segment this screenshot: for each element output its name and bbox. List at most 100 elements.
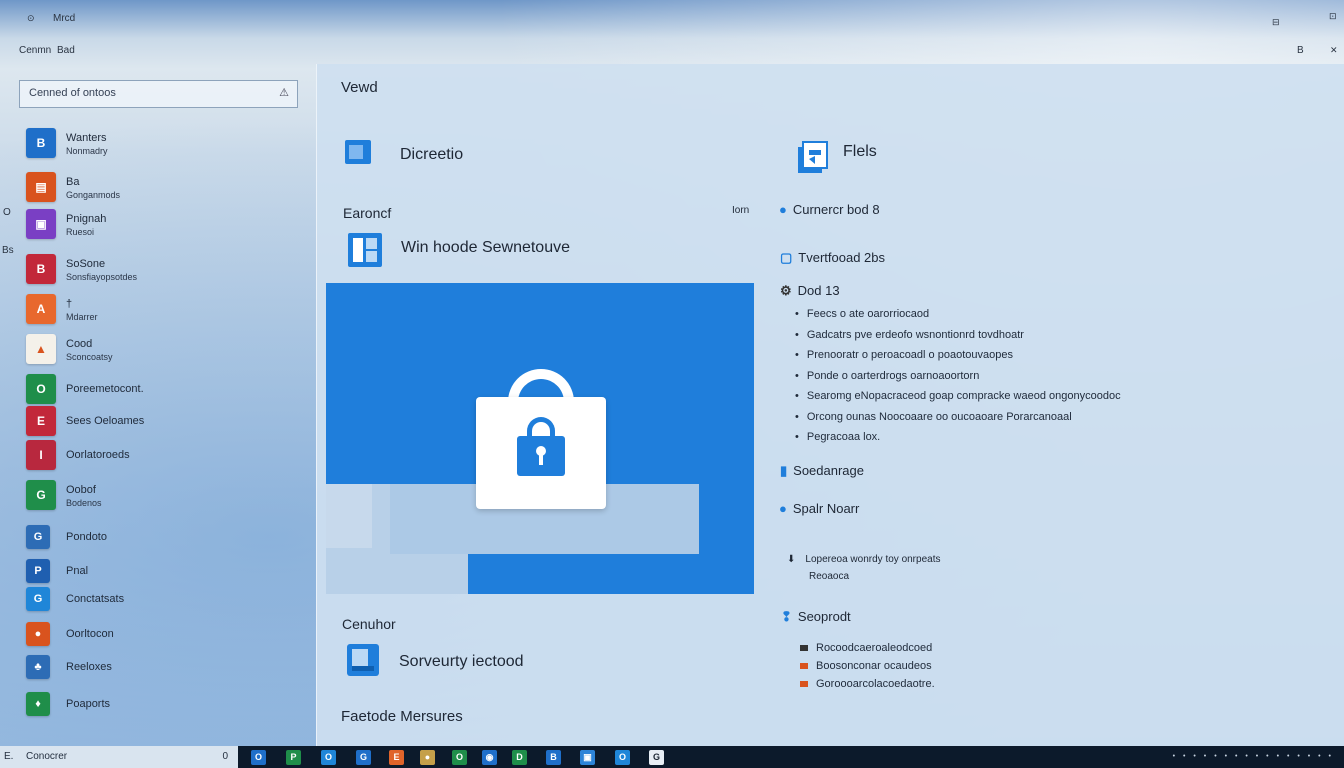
app-name: Wanters	[66, 132, 107, 144]
restore-icon[interactable]: ⊡	[1329, 11, 1337, 22]
files-icon	[798, 141, 828, 173]
files-header: Flels	[843, 143, 877, 160]
taskbar-app-icon[interactable]: O	[615, 750, 630, 765]
sidebar-app-item[interactable]: ● Oorltocon	[26, 619, 306, 649]
right-item-3[interactable]: ⚙ Dod 13	[780, 283, 840, 299]
sidebar-app-item[interactable]: ▣ Pnignah Ruesoi	[26, 209, 306, 239]
app-name: Pnignah	[66, 213, 107, 225]
taskbar-app-icon[interactable]: O	[452, 750, 467, 765]
edge-label-a: O	[3, 207, 11, 218]
taskbar-app-icon[interactable]: O	[321, 750, 336, 765]
support-sub-item[interactable]: Boosonconar ocaudeos	[800, 660, 935, 678]
support-sub-item[interactable]: Goroooarcolacoedaotre.	[800, 678, 935, 696]
breadcrumb-part-a[interactable]: Cenmn	[19, 45, 51, 56]
sidebar-app-item[interactable]: ▲ Cood Sconcoatsy	[26, 334, 306, 364]
sidebar-app-item[interactable]: O Poreemetocont.	[26, 374, 306, 404]
taskbar-search-suffix: 0	[222, 751, 228, 762]
system-tray[interactable]: • • • • • • • • • • • • • • • •	[1173, 753, 1334, 760]
app-icon: P	[26, 559, 50, 583]
item-windows-security[interactable]: Win hoode Sewnetouve	[401, 239, 570, 257]
feature-bullet: Searomg eNopacraceod goap compracke waeo…	[795, 390, 1121, 411]
app-name: Oorltocon	[66, 628, 114, 640]
info-icon: ❢	[781, 609, 792, 624]
app-icon: O	[26, 374, 56, 404]
taskbar-app-icon[interactable]: ▣	[580, 750, 595, 765]
support-sub-label: Boosonconar ocaudeos	[816, 660, 932, 672]
minimize-icon[interactable]: ⊟	[1272, 17, 1280, 28]
taskbar-app-icon[interactable]: E	[389, 750, 404, 765]
sidebar-app-item[interactable]: ▤ Ba Gonganmods	[26, 172, 306, 202]
item-security-protection[interactable]: Sorveurty iectood	[399, 653, 524, 671]
app-name: Conctatsats	[66, 593, 125, 605]
support-sub-item[interactable]: Rocoodcaeroaleodcoed	[800, 642, 935, 660]
sidebar-app-item[interactable]: G Oobof Bodenos	[26, 480, 306, 510]
taskbar-search-prefix: E.	[4, 751, 14, 762]
taskbar-search-text: Conocrer	[26, 751, 68, 762]
app-icon: A	[26, 294, 56, 324]
window-title: Mrcd	[53, 13, 76, 24]
app-icon: G	[26, 480, 56, 510]
sidebar-app-item[interactable]: ♣ Reeloxes	[26, 652, 306, 682]
sidebar-app-item[interactable]: B Wanters Nonmadry	[26, 128, 306, 158]
breadcrumb-part-b[interactable]: Bad	[57, 45, 75, 56]
bar-icon: ▮	[780, 463, 788, 478]
taskbar-app-icon[interactable]: P	[286, 750, 301, 765]
taskbar-app-icon[interactable]: D	[512, 750, 527, 765]
title-bar: ⊙ Mrcd Cenmn Bad ⊡ ⊟ B ✕	[0, 0, 1344, 64]
app-subtitle: Sconcoatsy	[66, 352, 113, 362]
right-item-storage[interactable]: ▮ Soedanrage	[780, 463, 864, 479]
sidebar-app-item[interactable]: E Sees Oeloames	[26, 406, 306, 436]
app-icon: E	[26, 406, 56, 436]
app-icon: B	[26, 254, 56, 284]
bullet-icon	[800, 681, 808, 687]
app-icon: ▤	[26, 172, 56, 202]
taskbar-search[interactable]: E. Conocrer 0	[0, 746, 238, 768]
app-name: Oorlatoroeds	[66, 449, 130, 461]
taskbar-app-icon[interactable]: G	[649, 750, 664, 765]
taskbar: E. Conocrer 0 O P O G E ● O ◉ D B ▣ O G • • • • • • …	[0, 746, 1344, 768]
sidebar-app-item[interactable]: B SoSone Sonsfiayopsotdes	[26, 254, 306, 284]
windows-app-icon	[348, 233, 382, 267]
label-iorn: Iorn	[732, 205, 750, 216]
app-name: Sees Oeloames	[66, 415, 145, 427]
sidebar-app-item[interactable]: A † Mdarrer	[26, 294, 306, 324]
app-subtitle: Sonsfiayopsotdes	[66, 272, 138, 282]
taskbar-app-icon[interactable]: G	[356, 750, 371, 765]
feature-bullet-list: Feecs o ate oarorriocaodGadcatrs pve erd…	[795, 308, 1121, 452]
app-name: Poaports	[66, 698, 111, 710]
app-subtitle: Ruesoi	[66, 227, 95, 237]
right-item-spalr[interactable]: ● Spalr Noarr	[779, 501, 859, 516]
taskbar-app-icon[interactable]: ◉	[482, 750, 497, 765]
taskbar-app-icon[interactable]: B	[546, 750, 561, 765]
app-name: SoSone	[66, 258, 106, 270]
feature-bullet: Pegracoaa lox.	[795, 431, 1121, 452]
top-right-label: B	[1297, 45, 1304, 56]
taskbar-app-icon[interactable]: ●	[420, 750, 435, 765]
bullet-icon	[800, 645, 808, 651]
sidebar-app-item[interactable]: I Oorlatoroeds	[26, 440, 306, 470]
right-item-2[interactable]: ▢ Tvertfooad 2bs	[780, 250, 885, 266]
bullet-icon	[800, 663, 808, 669]
sidebar-app-item[interactable]: G Pondoto	[26, 522, 306, 552]
right-item-support[interactable]: ❢ Seoprodt	[781, 609, 851, 625]
search-input[interactable]: Cenned of ontoos ⚠	[19, 80, 298, 108]
close-icon[interactable]: ✕	[1330, 45, 1338, 56]
app-icon: ♣	[26, 655, 50, 679]
shield-icon	[347, 644, 379, 676]
right-item-1[interactable]: ● Curnercr bod 8	[779, 202, 880, 217]
sidebar-app-item[interactable]: ♦ Poaports	[26, 689, 306, 719]
right-note-line2: Reoaoca	[809, 571, 850, 582]
menu-icon[interactable]: ⊙	[27, 13, 35, 24]
sidebar-app-item[interactable]: G Conctatsats	[26, 584, 306, 614]
taskbar-app-icon[interactable]: O	[251, 750, 266, 765]
app-name: Reeloxes	[66, 661, 112, 673]
app-icon: ●	[26, 622, 50, 646]
app-icon: ♦	[26, 692, 50, 716]
feature-bullet: Prenooratr o peroacoadl o poaotouvaopes	[795, 349, 1121, 370]
sidebar-app-item[interactable]: P Pnal	[26, 556, 306, 586]
label-earoncf: Earoncf	[343, 205, 392, 221]
item-dicreetio[interactable]: Dicreetio	[400, 146, 463, 164]
circle-icon: ●	[779, 501, 787, 516]
square-icon: ▢	[780, 250, 793, 265]
feature-bullet: Orcong ounas Noocoaare oo oucoaoare Pora…	[795, 411, 1121, 432]
